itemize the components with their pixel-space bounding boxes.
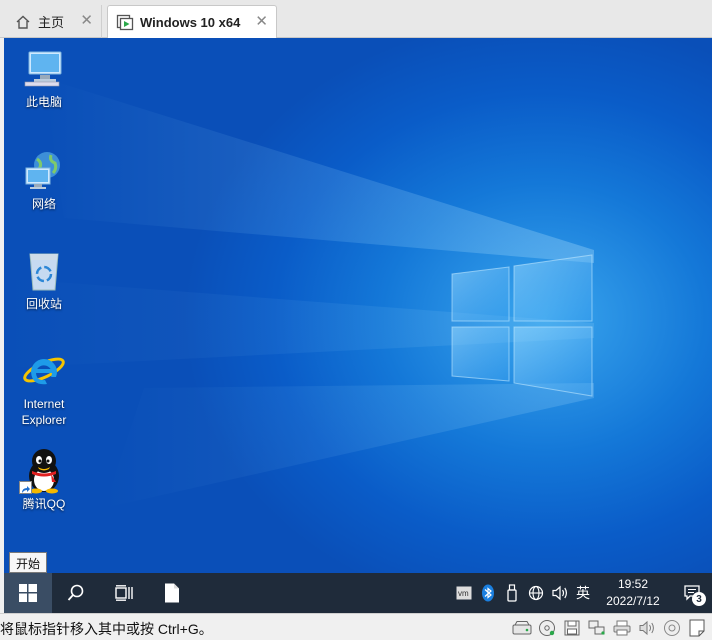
status-message: 将鼠标指针移入其中或按 Ctrl+G。: [0, 621, 213, 637]
desktop-icon-label: Internet Explorer: [21, 397, 67, 427]
shortcut-arrow-icon: [19, 481, 32, 494]
windows-wallpaper: [4, 78, 594, 508]
usb-controller-icon[interactable]: [661, 617, 683, 638]
notification-badge: 3: [692, 592, 706, 606]
volume-icon[interactable]: [548, 573, 572, 613]
windows-logo-icon: [19, 584, 37, 602]
task-view-button[interactable]: [100, 573, 148, 613]
start-button[interactable]: [4, 573, 52, 613]
tab-home[interactable]: 主页 ✕: [4, 5, 102, 38]
close-icon[interactable]: ✕: [255, 14, 268, 29]
search-button[interactable]: [52, 573, 100, 613]
bluetooth-icon[interactable]: [476, 573, 500, 613]
desktop-icon-label: 回收站: [25, 297, 62, 311]
qq-icon: [19, 448, 67, 494]
status-bar: 将鼠标指针移入其中或按 Ctrl+G。: [0, 613, 712, 640]
tab-windows-10-x64[interactable]: Windows 10 x64 ✕: [107, 5, 277, 38]
input-method-indicator[interactable]: 英: [572, 573, 594, 613]
vm-screen[interactable]: 此电脑 网络 回收站 Internet Explorer 腾讯QQ 开始 vm …: [4, 38, 712, 613]
desktop-icon-label: 网络: [31, 197, 56, 211]
clock-time: 19:52: [617, 577, 649, 591]
desktop-icon-network[interactable]: 网络: [6, 148, 82, 212]
clock[interactable]: 19:52 2022/7/12: [594, 576, 672, 610]
search-icon: [67, 584, 84, 601]
recycle-bin-icon: [21, 248, 67, 294]
desktop-icon-this-pc[interactable]: 此电脑: [6, 46, 82, 110]
desktop-icon-internet-explorer[interactable]: Internet Explorer: [6, 348, 82, 428]
tab-bar: 主页 ✕ Windows 10 x64 ✕: [0, 0, 712, 38]
cd-dvd-icon[interactable]: [536, 617, 558, 638]
svg-text:vm: vm: [458, 589, 469, 598]
task-view-icon: [115, 585, 133, 601]
desktop-icon-qq[interactable]: 腾讯QQ: [6, 448, 82, 512]
desktop-icon-label: 此电脑: [25, 95, 62, 109]
document-icon: [165, 583, 179, 603]
message-log-icon[interactable]: [686, 617, 708, 638]
system-tray: vm 英 19:52 2022/7/12 3: [452, 573, 712, 613]
taskbar-blank-document[interactable]: [148, 573, 196, 613]
usb-device-icon[interactable]: [500, 573, 524, 613]
start-tooltip: 开始: [9, 552, 48, 573]
taskbar: vm 英 19:52 2022/7/12 3: [4, 573, 712, 613]
tab-vm-label: Windows 10 x64: [140, 14, 241, 30]
vmware-tools-icon[interactable]: vm: [452, 573, 476, 613]
this-pc-icon: [21, 46, 67, 92]
floppy-icon[interactable]: [561, 617, 583, 638]
home-icon: [14, 13, 32, 31]
printer-icon[interactable]: [611, 617, 633, 638]
tab-home-label: 主页: [38, 15, 65, 30]
network-adapter-icon[interactable]: [586, 617, 608, 638]
vm-running-icon: [116, 13, 134, 31]
network-globe-icon[interactable]: [524, 573, 548, 613]
network-icon: [21, 148, 67, 194]
clock-date: 2022/7/12: [606, 594, 660, 608]
desktop-icon-recycle-bin[interactable]: 回收站: [6, 248, 82, 312]
close-icon[interactable]: ✕: [80, 13, 93, 28]
desktop-icon-label: 腾讯QQ: [22, 497, 66, 511]
internet-explorer-icon: [21, 348, 67, 394]
device-status-icons: [511, 617, 708, 638]
sound-card-icon[interactable]: [636, 617, 658, 638]
hard-disk-icon[interactable]: [511, 617, 533, 638]
action-center-button[interactable]: 3: [672, 573, 712, 613]
